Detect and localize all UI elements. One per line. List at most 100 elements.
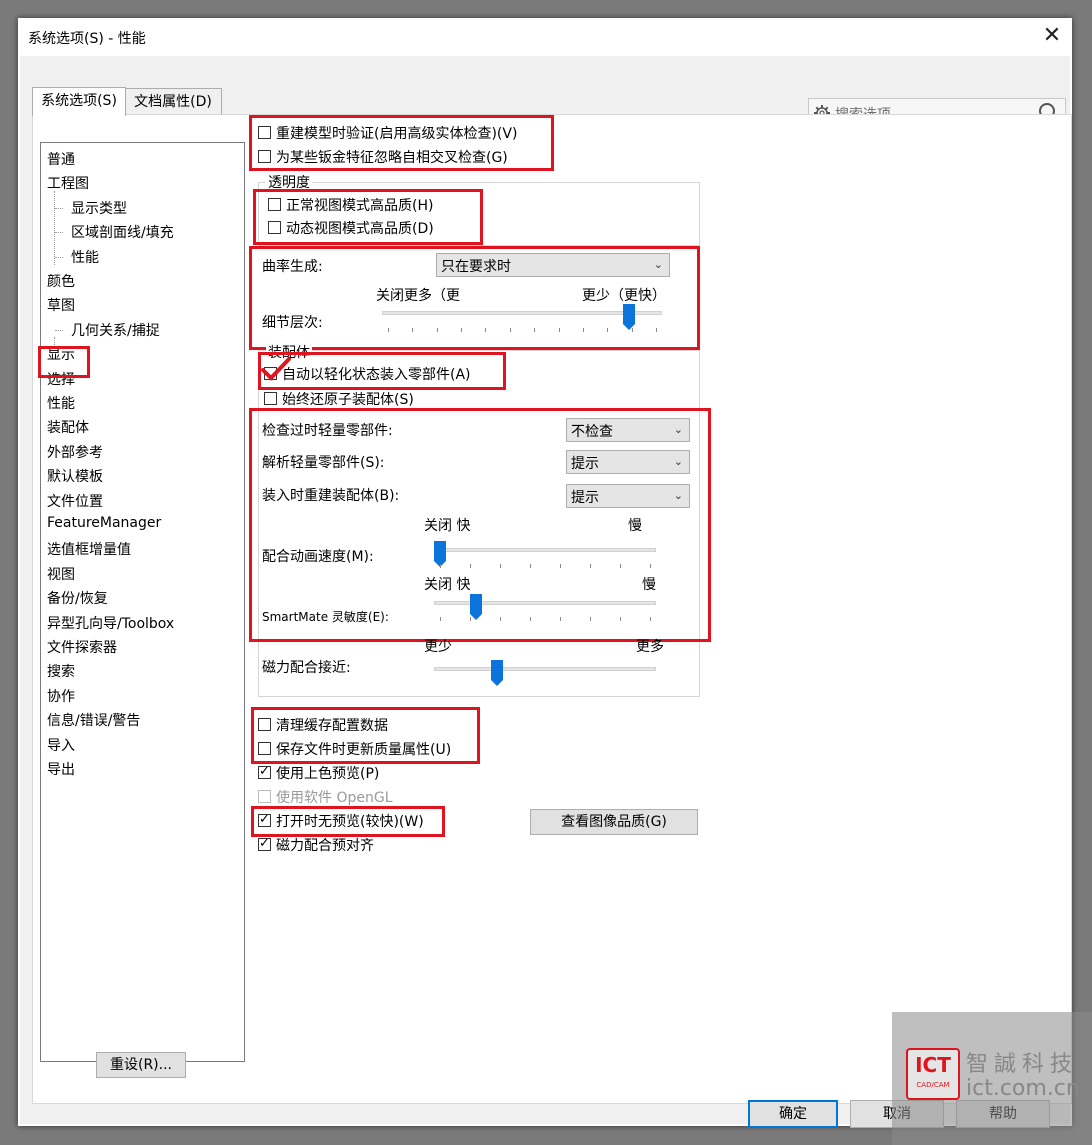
update-mass-label: 保存文件时更新质量属性(U) (276, 742, 452, 758)
slider-tick (582, 328, 584, 332)
close-icon[interactable]: ✕ (1040, 24, 1064, 48)
rebuild-on-load-select[interactable]: 提示 ⌄ (566, 484, 690, 508)
resolve-lightweight-value: 提示 (571, 456, 599, 472)
magnetic-label: 磁力配合接近: (262, 660, 351, 676)
tree-item[interactable]: 装配体 (47, 417, 89, 437)
smartmate-left-caption: 关闭 快 (424, 577, 471, 593)
magnetic-prealign-checkbox[interactable] (258, 836, 271, 851)
slider-tick (650, 617, 651, 621)
detail-level-label: 细节层次: (262, 315, 323, 331)
slider-tick (631, 328, 633, 332)
magnetic-track (434, 667, 656, 671)
tree-item[interactable]: 草图 (47, 295, 75, 315)
slider-tick (530, 617, 531, 621)
tab-system-options[interactable]: 系统选项(S) (32, 87, 126, 116)
tree-item[interactable]: 颜色 (47, 271, 75, 291)
tree-item[interactable]: 显示 (47, 344, 75, 364)
slider-tick (500, 564, 501, 568)
rebuild-verify-checkbox[interactable] (258, 126, 271, 139)
chevron-down-icon: ⌄ (653, 258, 663, 271)
tree-connector (55, 256, 63, 258)
tree-item[interactable]: 协作 (47, 686, 75, 706)
category-tree[interactable]: 普通 工程图 显示类型 区域剖面线/填充 性能 颜色 草图 几何关系/捕捉 显示 选择 性能 装配体外… (40, 142, 245, 1062)
mate-anim-thumb[interactable] (434, 541, 446, 567)
tree-item[interactable]: 性能 (71, 247, 99, 267)
detail-left-caption: 关闭更多（更 (376, 288, 460, 304)
slider-tick (560, 617, 561, 621)
tree-item[interactable]: 导入 (47, 735, 75, 755)
check-mark-icon (261, 357, 291, 381)
ok-button[interactable]: 确定 (748, 1100, 838, 1128)
slider-tick (470, 564, 471, 568)
tree-item[interactable]: 普通 (47, 149, 75, 169)
ignore-self-intersect-checkbox[interactable] (258, 150, 271, 163)
dynamic-hq-checkbox[interactable] (268, 221, 281, 234)
smartmate-track (434, 601, 656, 605)
tree-item[interactable]: 区域剖面线/填充 (71, 222, 174, 242)
rebuild-on-load-label: 装入时重建装配体(B): (262, 488, 400, 504)
no-preview-checkbox[interactable] (258, 812, 271, 827)
resolve-subasm-label: 始终还原子装配体(S) (282, 392, 414, 408)
tree-item[interactable]: 几何关系/捕捉 (71, 320, 160, 340)
tree-item[interactable]: 文件位置 (47, 491, 103, 511)
tree-item[interactable]: 异型孔向导/Toolbox (47, 613, 174, 633)
tree-item[interactable]: FeatureManager (47, 515, 161, 531)
curvature-select[interactable]: 只在要求时 ⌄ (436, 253, 670, 277)
curvature-value: 只在要求时 (441, 259, 511, 275)
slider-tick (534, 328, 536, 332)
tab-document-properties[interactable]: 文档属性(D) (124, 88, 222, 115)
dynamic-hq-label: 动态视图模式高品质(D) (286, 221, 434, 237)
clear-cache-checkbox[interactable] (258, 718, 271, 731)
normal-hq-label: 正常视图模式高品质(H) (286, 198, 434, 214)
magnetic-thumb[interactable] (490, 660, 503, 686)
rebuild-verify-label: 重建模型时验证(启用高级实体检查)(V) (276, 126, 518, 142)
ict-logo: ICT CAD/CAM (906, 1048, 960, 1100)
ict-logo-text: ICT (915, 1053, 951, 1077)
chevron-down-icon: ⌄ (673, 455, 683, 468)
shaded-preview-checkbox[interactable] (258, 764, 271, 779)
reset-label: 重设(R)... (109, 1057, 172, 1073)
resolve-lightweight-select[interactable]: 提示 ⌄ (566, 450, 690, 474)
check-outdated-select[interactable]: 不检查 ⌄ (566, 418, 690, 442)
slider-tick (461, 328, 463, 332)
shaded-preview-label: 使用上色预览(P) (276, 766, 380, 782)
clear-cache-label: 清理缓存配置数据 (276, 718, 388, 734)
rebuild-on-load-value: 提示 (571, 490, 599, 506)
tree-item[interactable]: 导出 (47, 759, 75, 779)
slider-tick (656, 328, 657, 332)
tree-item[interactable]: 视图 (47, 564, 75, 584)
resolve-subasm-checkbox[interactable] (264, 392, 277, 405)
no-preview-label: 打开时无预览(较快)(W) (276, 814, 424, 830)
detail-level-thumb[interactable] (623, 304, 636, 330)
slider-tick (485, 328, 487, 332)
smartmate-right-caption: 慢 (642, 577, 656, 593)
transparency-legend: 透明度 (266, 172, 312, 192)
view-image-quality-button[interactable]: 查看图像品质(G) (530, 809, 698, 835)
tree-item-selected[interactable]: 性能 (47, 393, 75, 413)
reset-button[interactable]: 重设(R)... (96, 1052, 186, 1078)
mate-anim-label: 配合动画速度(M): (262, 549, 374, 565)
tree-item[interactable]: 选值框增量值 (47, 539, 131, 559)
tree-item[interactable]: 文件探索器 (47, 637, 117, 657)
slider-tick (509, 328, 511, 332)
normal-hq-checkbox[interactable] (268, 198, 281, 211)
tree-item[interactable]: 外部参考 (47, 442, 103, 462)
tree-item[interactable]: 备份/恢复 (47, 588, 108, 608)
tree-item[interactable]: 显示类型 (71, 198, 127, 218)
chevron-down-icon: ⌄ (673, 423, 683, 436)
slider-tick (560, 564, 561, 568)
slider-tick (388, 328, 389, 332)
software-opengl-checkbox (258, 790, 271, 803)
mate-anim-right-caption: 慢 (628, 518, 642, 534)
tree-item[interactable]: 工程图 (47, 173, 89, 193)
tree-item[interactable]: 选择 (47, 369, 75, 389)
slider-tick (412, 328, 414, 332)
update-mass-checkbox[interactable] (258, 742, 271, 755)
tree-item[interactable]: 信息/错误/警告 (47, 710, 140, 730)
title-bar: 系统选项(S) - 性能 ✕ (18, 18, 1072, 56)
slider-tick (650, 564, 651, 568)
smartmate-thumb[interactable] (469, 594, 482, 620)
tree-item[interactable]: 搜索 (47, 661, 75, 681)
tree-item[interactable]: 默认模板 (47, 466, 103, 486)
ict-logo-sub: CAD/CAM (916, 1081, 950, 1089)
